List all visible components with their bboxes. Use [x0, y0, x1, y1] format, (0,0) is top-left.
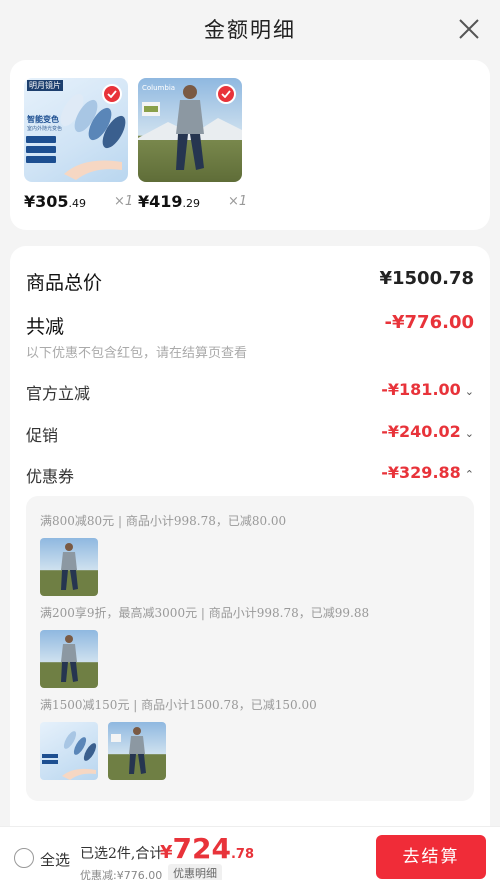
- reduce-value: -¥776.00: [384, 312, 474, 333]
- lens-subtitle-label: 室内外随光变色: [27, 126, 63, 132]
- jacket-thumb: [40, 630, 98, 688]
- lens-brand-label: 明月镜片: [27, 80, 63, 91]
- lens-feature-label: 智能变色: [27, 115, 59, 124]
- lens-product-image: 明月镜片 智能变色 室内外随光变色: [24, 78, 128, 182]
- lens-thumb: [40, 722, 98, 780]
- coupon-line: 满200享9折，最高减3000元 | 商品小计998.78，已减99.88: [40, 606, 370, 620]
- product-price: ¥419.29: [138, 192, 201, 211]
- bottom-bar: 全选 已选2件,合计: ¥724.78 优惠减:¥776.00 优惠明细 去结算: [0, 826, 500, 880]
- selected-check-icon[interactable]: [216, 84, 236, 104]
- product-price: ¥305.49: [24, 192, 87, 211]
- select-all-label[interactable]: 全选: [40, 849, 70, 870]
- products-card: 明月镜片 智能变色 室内外随光变色 ¥305.49 ×1 Columbia ¥4…: [10, 60, 490, 230]
- official-label: 官方立减: [26, 384, 91, 403]
- close-icon[interactable]: [458, 18, 480, 40]
- selected-summary: 已选2件,合计:: [80, 846, 169, 862]
- promo-label: 促销: [26, 426, 59, 445]
- jacket-thumb: [108, 722, 166, 780]
- coupon-label: 优惠券: [26, 467, 75, 486]
- product-qty: ×1: [114, 194, 134, 209]
- chevron-down-icon: ⌄: [464, 385, 474, 398]
- product-item[interactable]: 明月镜片 智能变色 室内外随光变色 ¥305.49 ×1: [24, 78, 133, 211]
- discount-summary: 优惠减:¥776.00: [80, 869, 163, 880]
- product-item[interactable]: Columbia ¥419.29 ×1: [138, 78, 247, 211]
- jacket-product-image: Columbia: [138, 78, 242, 182]
- brand-label: Columbia: [142, 84, 176, 92]
- product-qty: ×1: [228, 194, 248, 209]
- chevron-down-icon: ⌄: [464, 427, 474, 440]
- jacket-thumb: [40, 538, 98, 596]
- checkout-button[interactable]: 去结算: [376, 835, 486, 879]
- reduce-note: 以下优惠不包含红包，请在结算页查看: [26, 346, 248, 361]
- total-label: 商品总价: [26, 272, 103, 294]
- chevron-up-icon: ⌃: [464, 468, 474, 481]
- coupon-line: 满800减80元 | 商品小计998.78，已减80.00: [40, 514, 287, 528]
- official-value: -¥181.00 ⌄: [381, 380, 474, 399]
- selected-check-icon[interactable]: [102, 84, 122, 104]
- total-value: ¥1500.78: [379, 268, 474, 289]
- discount-detail-link[interactable]: 优惠明细: [168, 864, 222, 880]
- total-price: ¥724.78: [160, 832, 255, 865]
- page-title: 金额明细: [204, 18, 296, 42]
- reduce-label: 共减: [26, 316, 65, 338]
- select-all-radio[interactable]: [14, 848, 34, 868]
- coupon-value: -¥329.88 ⌃: [381, 463, 474, 482]
- coupon-line: 满1500减150元 | 商品小计1500.78，已减150.00: [40, 698, 317, 712]
- amount-detail-card: 商品总价 ¥1500.78 共减 -¥776.00 以下优惠不包含红包，请在结算…: [10, 246, 490, 846]
- header: 金额明细: [0, 0, 500, 58]
- promo-value: -¥240.02 ⌄: [381, 422, 474, 441]
- coupon-detail-box: 满800减80元 | 商品小计998.78，已减80.00 满200享9折，最高…: [26, 496, 474, 801]
